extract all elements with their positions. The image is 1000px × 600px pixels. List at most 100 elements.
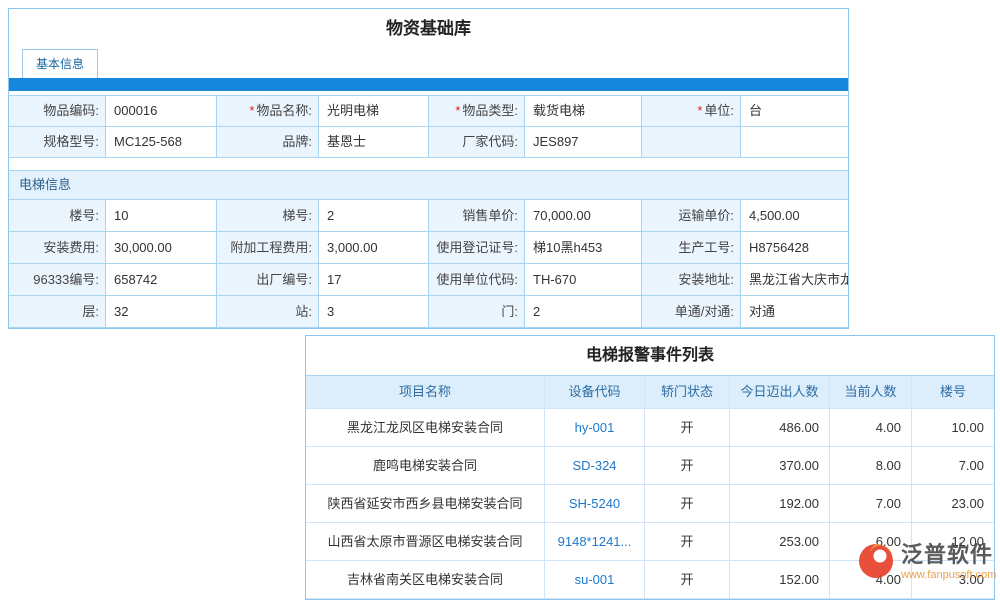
form-value: 黑龙江省大庆市龙凤 — [741, 264, 848, 296]
screen: 物资基础库 基本信息 物品编码: 000016 *物品名称: 光明电梯 *物品类… — [0, 0, 1000, 600]
form-value: 台 — [741, 96, 848, 127]
form-value — [741, 127, 848, 158]
form-label: 出厂编号: — [217, 264, 319, 296]
form-value: 基恩士 — [319, 127, 429, 158]
cell-current-count: 7.00 — [830, 485, 912, 523]
form-label: 单通/对通: — [642, 296, 741, 328]
form-label: 生产工号: — [642, 232, 741, 264]
col-header-current-count: 当前人数 — [830, 376, 912, 409]
material-base-panel: 物资基础库 基本信息 物品编码: 000016 *物品名称: 光明电梯 *物品类… — [8, 8, 849, 329]
tab-strip: 基本信息 — [9, 49, 848, 78]
form-label: *物品类型: — [429, 96, 525, 127]
form-label: 安装地址: — [642, 264, 741, 296]
form-value: H8756428 — [741, 232, 848, 264]
form-label: *单位: — [642, 96, 741, 127]
form-value: 17 — [319, 264, 429, 296]
cell-project: 鹿鸣电梯安装合同 — [306, 447, 545, 485]
cell-project: 山西省太原市晋源区电梯安装合同 — [306, 523, 545, 561]
form-label: 楼号: — [9, 200, 106, 232]
cell-door-status: 开 — [645, 485, 730, 523]
form-label: 层: — [9, 296, 106, 328]
elevator-info-grid: 楼号: 10 梯号: 2 销售单价: 70,000.00 运输单价: 4,500… — [9, 199, 848, 328]
form-label: 站: — [217, 296, 319, 328]
watermark-text: 泛普软件 www.fanpusoft.com — [901, 541, 996, 582]
form-value: 10 — [106, 200, 217, 232]
form-value: 对通 — [741, 296, 848, 328]
form-label: 销售单价: — [429, 200, 525, 232]
tab-basic-info[interactable]: 基本信息 — [22, 49, 98, 78]
form-label-text: 品牌: — [282, 134, 312, 149]
form-value: 梯10黑h453 — [525, 232, 642, 264]
cell-today-count: 486.00 — [730, 409, 830, 447]
form-label: 厂家代码: — [429, 127, 525, 158]
required-marker: * — [455, 103, 460, 118]
cell-current-count: 4.00 — [830, 409, 912, 447]
cell-project: 吉林省南关区电梯安装合同 — [306, 561, 545, 599]
tab-accent-bar — [9, 78, 848, 91]
col-header-device-code: 设备代码 — [545, 376, 645, 409]
page-title: 物资基础库 — [9, 9, 848, 49]
form-label: 使用登记证号: — [429, 232, 525, 264]
cell-building-no: 23.00 — [912, 485, 994, 523]
col-header-project: 项目名称 — [306, 376, 545, 409]
form-label: 门: — [429, 296, 525, 328]
required-marker: * — [249, 103, 254, 118]
form-value: MC125-568 — [106, 127, 217, 158]
device-code-link[interactable]: SD-324 — [545, 447, 645, 485]
form-value: 3,000.00 — [319, 232, 429, 264]
cell-today-count: 152.00 — [730, 561, 830, 599]
form-label: 规格型号: — [9, 127, 106, 158]
cell-door-status: 开 — [645, 447, 730, 485]
fanpu-logo-icon — [856, 541, 896, 581]
col-header-door-status: 轿门状态 — [645, 376, 730, 409]
form-value: TH-670 — [525, 264, 642, 296]
form-value: 4,500.00 — [741, 200, 848, 232]
form-value: 2 — [319, 200, 429, 232]
form-label-text: 规格型号: — [43, 134, 99, 149]
form-value: 000016 — [106, 96, 217, 127]
required-marker: * — [697, 103, 702, 118]
form-value: JES897 — [525, 127, 642, 158]
cell-door-status: 开 — [645, 409, 730, 447]
form-label: 运输单价: — [642, 200, 741, 232]
form-label: 品牌: — [217, 127, 319, 158]
form-value: 3 — [319, 296, 429, 328]
form-label-text: 物品编码: — [43, 103, 99, 118]
section-elevator-info: 电梯信息 — [9, 170, 848, 199]
cell-door-status: 开 — [645, 561, 730, 599]
device-code-link[interactable]: 9148*1241... — [545, 523, 645, 561]
form-label — [642, 127, 741, 158]
col-header-building-no: 楼号 — [912, 376, 994, 409]
device-code-link[interactable]: SH-5240 — [545, 485, 645, 523]
form-value: 载货电梯 — [525, 96, 642, 127]
watermark-url: www.fanpusoft.com — [901, 569, 996, 582]
form-value: 光明电梯 — [319, 96, 429, 127]
cell-today-count: 370.00 — [730, 447, 830, 485]
form-value: 658742 — [106, 264, 217, 296]
form-label: 附加工程费用: — [217, 232, 319, 264]
form-label-text: 物品名称: — [256, 103, 312, 118]
form-value: 32 — [106, 296, 217, 328]
form-label-text: 厂家代码: — [462, 134, 518, 149]
form-value: 2 — [525, 296, 642, 328]
alarm-table-title: 电梯报警事件列表 — [306, 336, 994, 376]
col-header-today-count: 今日迈出人数 — [730, 376, 830, 409]
cell-building-no: 10.00 — [912, 409, 994, 447]
form-label: 物品编码: — [9, 96, 106, 127]
cell-current-count: 8.00 — [830, 447, 912, 485]
cell-project: 陕西省延安市西乡县电梯安装合同 — [306, 485, 545, 523]
cell-today-count: 253.00 — [730, 523, 830, 561]
form-value: 30,000.00 — [106, 232, 217, 264]
watermark: 泛普软件 www.fanpusoft.com — [856, 541, 996, 582]
cell-today-count: 192.00 — [730, 485, 830, 523]
form-label: 梯号: — [217, 200, 319, 232]
cell-door-status: 开 — [645, 523, 730, 561]
cell-building-no: 7.00 — [912, 447, 994, 485]
form-label: 96333编号: — [9, 264, 106, 296]
form-label: 安装费用: — [9, 232, 106, 264]
form-label-text: 单位: — [704, 103, 734, 118]
form-label: 使用单位代码: — [429, 264, 525, 296]
device-code-link[interactable]: hy-001 — [545, 409, 645, 447]
cell-project: 黑龙江龙凤区电梯安装合同 — [306, 409, 545, 447]
device-code-link[interactable]: su-001 — [545, 561, 645, 599]
